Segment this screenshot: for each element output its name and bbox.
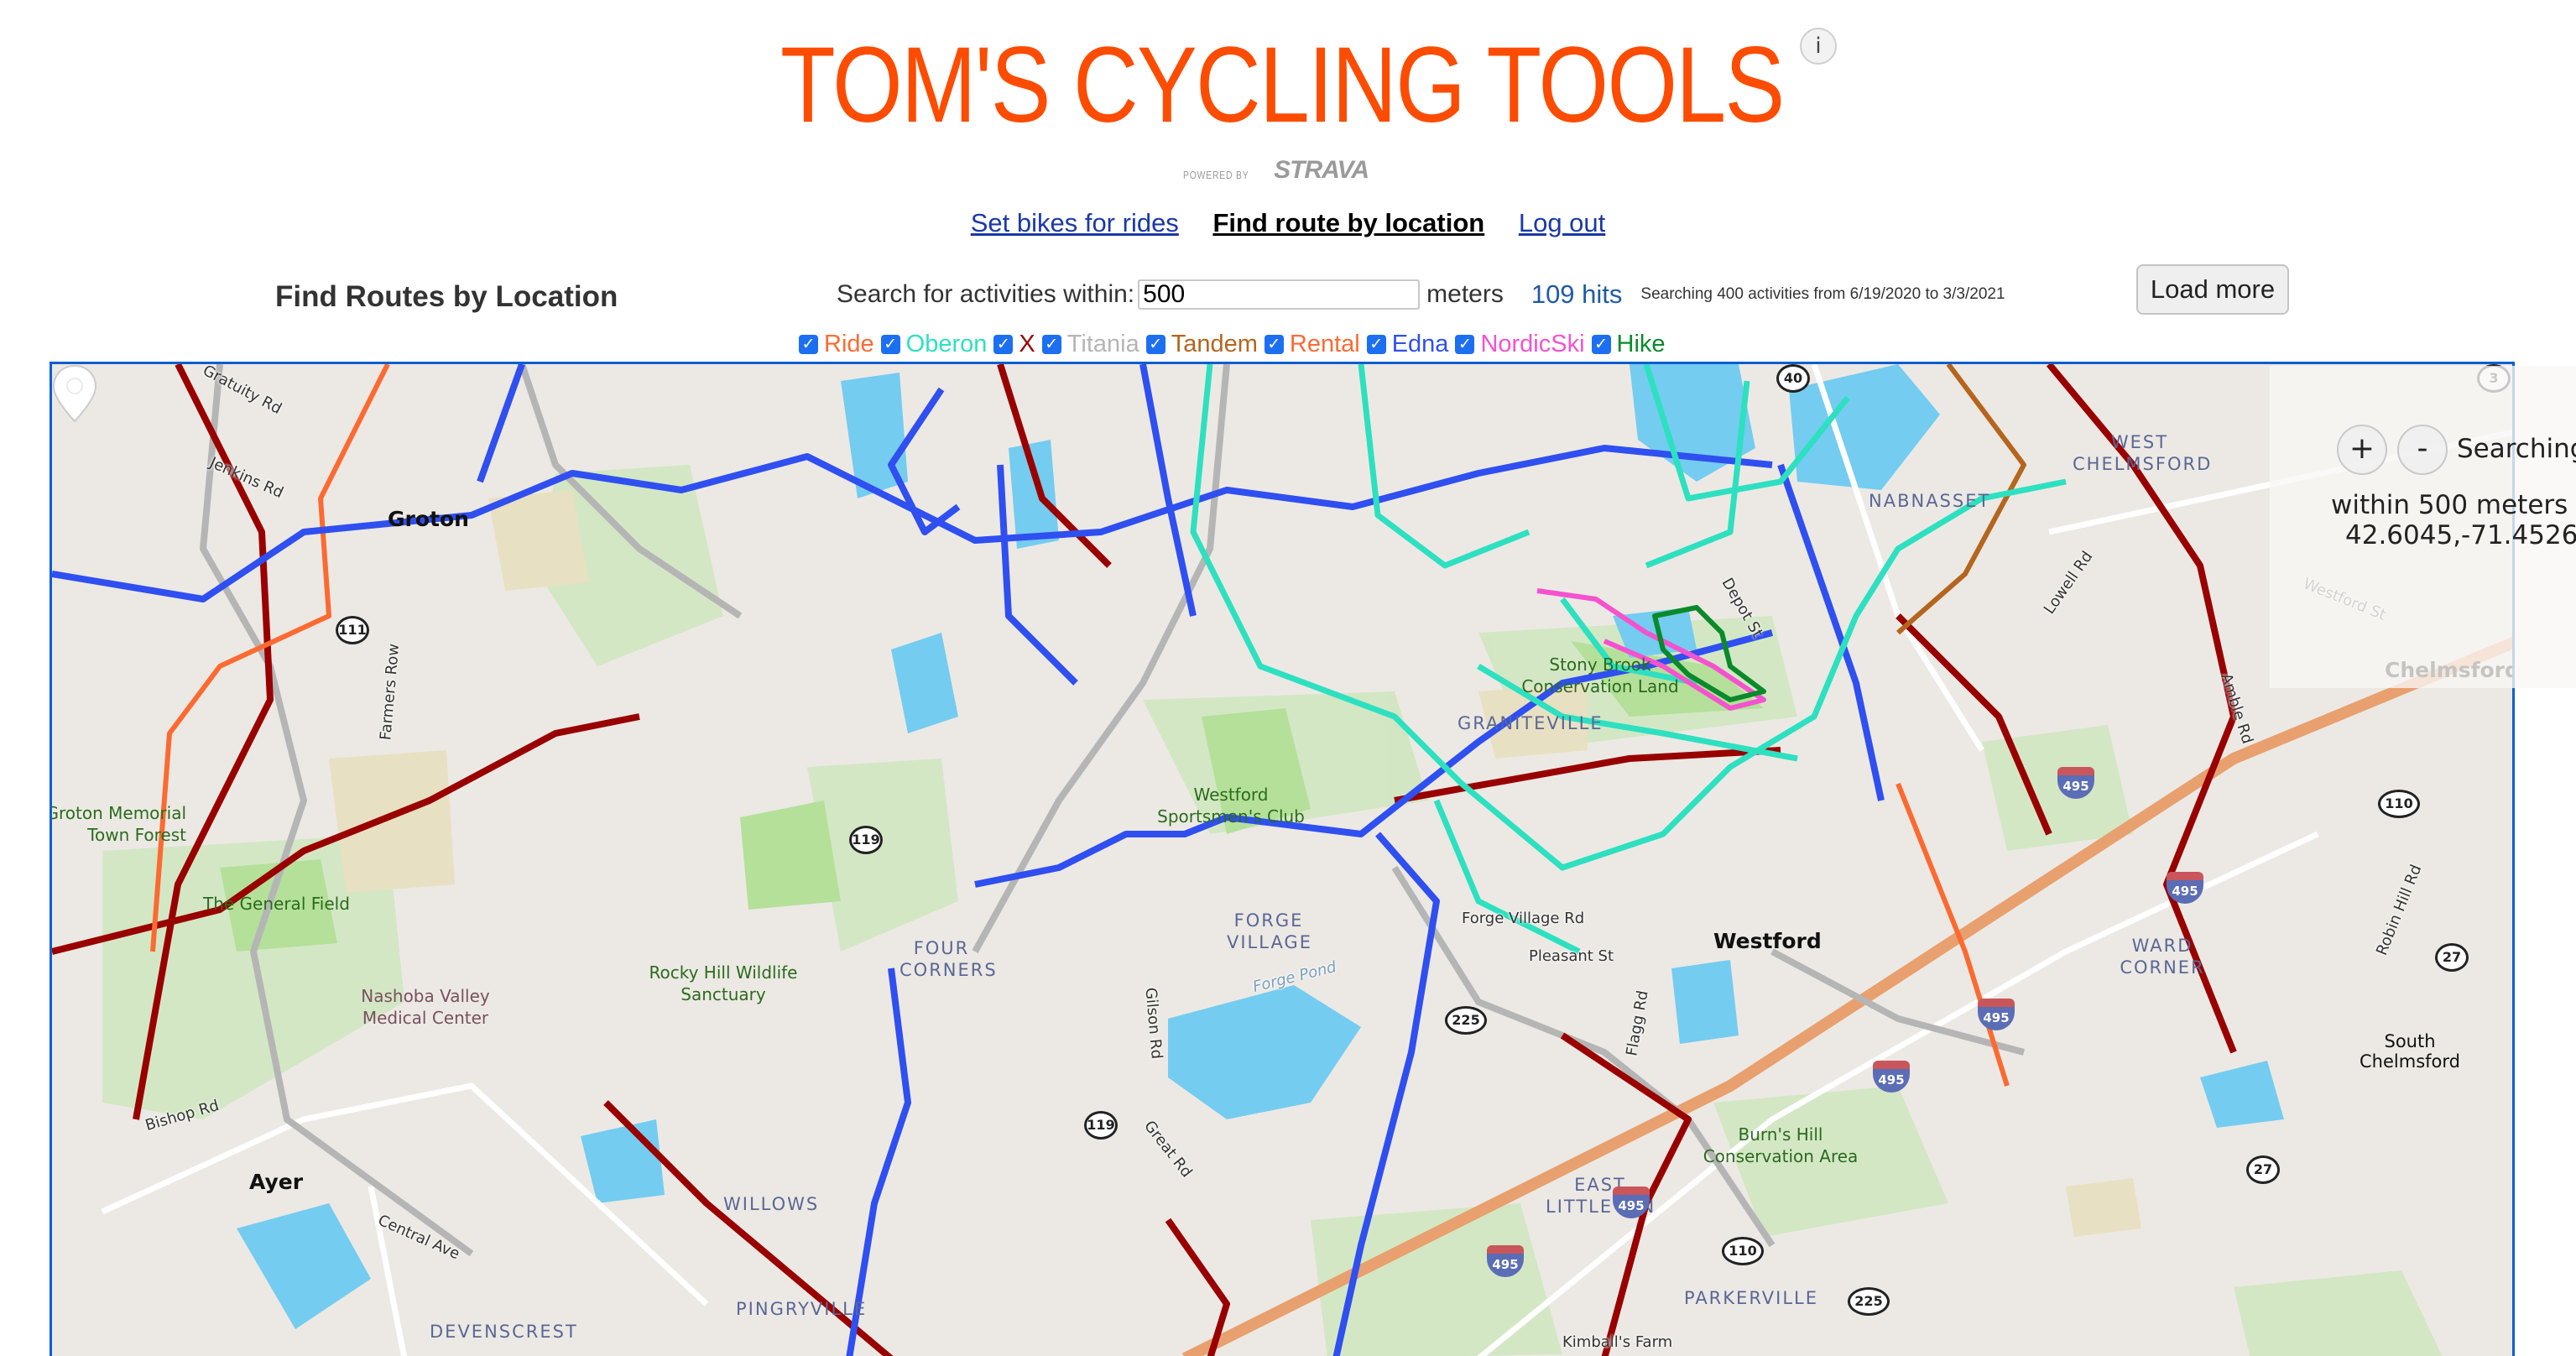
checkbox-checked-icon[interactable]: ✓ xyxy=(880,335,900,354)
area-label-forge-village: FORGE VILLAGE xyxy=(1227,910,1312,952)
info-button[interactable]: i xyxy=(1800,28,1837,65)
bike-filters: ✓ Ride ✓ Oberon ✓ X ✓ Titania ✓ Tandem ✓ Renta… xyxy=(799,331,1672,358)
filter-tandem[interactable]: ✓ Tandem xyxy=(1145,331,1258,358)
checkbox-checked-icon[interactable]: ✓ xyxy=(1366,335,1386,354)
nav-log-out[interactable]: Log out xyxy=(1519,208,1605,237)
route-shield-225: 225 xyxy=(1445,1006,1487,1035)
park-label-stony-brook: Stony Brook Conservation Land xyxy=(1521,655,1679,696)
filter-label: Tandem xyxy=(1171,331,1258,357)
road-label-pleasant: Pleasant St xyxy=(1529,947,1614,965)
strava-logo: STRAVA xyxy=(1274,156,1369,184)
area-label-nabnasset: NABNASSET xyxy=(1869,491,1991,511)
filter-nordicski[interactable]: ✓ NordicSki xyxy=(1455,331,1585,358)
park-label-burns-hill: Burn's Hill Conservation Area xyxy=(1703,1124,1859,1166)
page-heading: Find Routes by Location xyxy=(275,280,618,313)
road-label-forge-village: Forge Village Rd xyxy=(1462,910,1585,927)
route-shield-119b: 119 xyxy=(1084,1111,1118,1140)
misc-label-kimballs-farm: Kimball's Farm xyxy=(1562,1333,1673,1351)
checkbox-checked-icon[interactable]: ✓ xyxy=(1264,335,1284,354)
route-shield-40: 40 xyxy=(1776,364,1810,393)
zoom-out-button[interactable]: - xyxy=(2397,425,2448,475)
route-shield-27b: 27 xyxy=(2246,1155,2280,1184)
powered-by-strava: POWERED BY STRAVA xyxy=(1183,156,1369,184)
checkbox-checked-icon[interactable]: ✓ xyxy=(993,335,1014,354)
area-label-graniteville: GRANITEVILLE xyxy=(1457,713,1603,733)
nav-set-bikes[interactable]: Set bikes for rides xyxy=(971,208,1179,237)
filter-ride[interactable]: ✓ Ride xyxy=(799,331,874,358)
nav-find-route[interactable]: Find route by location xyxy=(1212,208,1484,237)
filter-label: Rental xyxy=(1289,331,1360,357)
filter-label: X xyxy=(1019,331,1035,357)
searching-note: Searching 400 activities from 6/19/2020 … xyxy=(1640,285,2005,303)
filter-label: Edna xyxy=(1391,331,1449,357)
route-shield-110b: 110 xyxy=(1722,1237,1764,1265)
checkbox-checked-icon[interactable]: ✓ xyxy=(799,335,818,354)
route-shield-110: 110 xyxy=(2378,790,2420,818)
area-label-south-chelmsford: South Chelmsford xyxy=(2360,1031,2460,1072)
town-label-westford: Westford xyxy=(1713,929,1822,953)
filter-oberon[interactable]: ✓ Oberon xyxy=(880,331,988,358)
hits-count: 109 hits xyxy=(1530,279,1623,309)
filter-hike[interactable]: ✓ Hike xyxy=(1591,331,1666,358)
checkbox-checked-icon[interactable]: ✓ xyxy=(1455,335,1475,354)
route-map[interactable]: Groton Westford Chelmsford Ayer WEST CHE… xyxy=(50,362,2515,1356)
checkbox-checked-icon[interactable]: ✓ xyxy=(1591,335,1611,354)
search-row: Search for activities within: meters 109… xyxy=(837,279,2005,310)
town-label-groton: Groton xyxy=(388,507,469,531)
medical-label-nashoba: Nashoba Valley Medical Center xyxy=(361,986,490,1028)
location-pin-icon[interactable] xyxy=(52,364,97,423)
filter-edna[interactable]: ✓ Edna xyxy=(1366,331,1449,358)
route-shield-111: 111 xyxy=(336,616,369,644)
main-nav: Set bikes for rides Find route by locati… xyxy=(0,208,2576,238)
app-title: TOM'S CYCLING TOOLS xyxy=(780,25,1785,145)
park-label-sportsmens-club: Westford Sportsmen's Club xyxy=(1157,785,1305,827)
area-label-ward-corner: WARD CORNER xyxy=(2120,936,2205,978)
route-shield-27: 27 xyxy=(2435,943,2469,972)
checkbox-checked-icon[interactable]: ✓ xyxy=(1145,335,1165,354)
filter-label: Oberon xyxy=(905,331,988,357)
filter-rental[interactable]: ✓ Rental xyxy=(1264,331,1360,358)
interstate-shield-495: 495 xyxy=(1613,1186,1650,1222)
area-label-pingryville: PINGRYVILLE xyxy=(736,1299,868,1319)
filter-label: Hike xyxy=(1616,331,1666,357)
filter-label: Ride xyxy=(824,331,874,357)
area-label-west-chelmsford: WEST CHELMSFORD xyxy=(2073,432,2213,474)
filter-label: NordicSki xyxy=(1480,331,1585,357)
search-status-label: Searching xyxy=(2457,434,2576,464)
search-radius-text: within 500 meters of xyxy=(2331,490,2576,520)
interstate-shield-495: 495 xyxy=(2167,872,2203,907)
route-shield-225b: 225 xyxy=(1848,1287,1890,1316)
park-label-rocky-hill: Rocky Hill Wildlife Sanctuary xyxy=(649,962,798,1004)
interstate-shield-495: 495 xyxy=(1978,999,2015,1034)
powered-by-label: POWERED BY xyxy=(1183,169,1249,181)
area-label-willows: WILLOWS xyxy=(723,1194,820,1214)
distance-input[interactable] xyxy=(1138,279,1421,310)
area-label-devenscrest: DEVENSCREST xyxy=(430,1322,578,1342)
park-label-general-field: The General Field xyxy=(203,894,350,914)
checkbox-checked-icon[interactable]: ✓ xyxy=(1041,335,1061,354)
interstate-shield-495: 495 xyxy=(1873,1061,1910,1096)
zoom-in-button[interactable]: + xyxy=(2337,425,2387,475)
filter-titania[interactable]: ✓ Titania xyxy=(1041,331,1139,358)
interstate-shield-495: 495 xyxy=(1487,1245,1524,1280)
search-label: Search for activities within: xyxy=(837,280,1135,308)
filter-label: Titania xyxy=(1066,331,1139,357)
load-more-button[interactable]: Load more xyxy=(2136,264,2289,315)
unit-label: meters xyxy=(1426,280,1504,308)
filter-x[interactable]: ✓ X xyxy=(993,331,1035,358)
area-label-parkerville: PARKERVILLE xyxy=(1684,1288,1818,1308)
search-coords-text: 42.6045,-71.4526 xyxy=(2345,520,2576,550)
town-label-ayer: Ayer xyxy=(249,1170,304,1194)
interstate-shield-495: 495 xyxy=(2057,767,2094,802)
area-label-four-corners: FOUR CORNERS xyxy=(900,938,998,980)
park-label-town-forest: Groton Memorial Town Forest xyxy=(50,803,186,845)
route-shield-119: 119 xyxy=(849,826,883,854)
